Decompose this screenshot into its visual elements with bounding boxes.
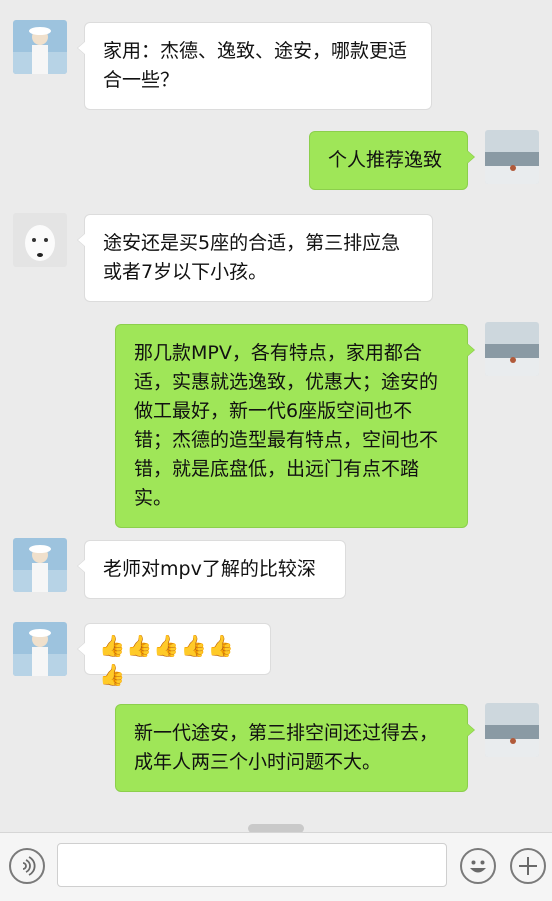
message-text: 新一代途安，第三排空间还过得去，成年人两三个小时问题不大。 xyxy=(134,722,439,773)
person-avatar-icon[interactable] xyxy=(13,538,67,592)
plus-icon[interactable] xyxy=(510,848,546,884)
message-text: 个人推荐逸致 xyxy=(328,149,443,171)
person-avatar-icon[interactable] xyxy=(13,622,67,676)
message-text: 老师对mpv了解的比较深 xyxy=(103,558,316,580)
message-text: 那几款MPV，各有特点，家用都合适，实惠就选逸致，优惠大；途安的做工最好，新一代… xyxy=(134,342,439,509)
beach-photo-avatar[interactable] xyxy=(485,703,539,757)
thumbs-up-icon: 👍👍👍👍👍👍 xyxy=(99,634,235,687)
voice-icon[interactable] xyxy=(9,848,45,884)
message-bubble[interactable]: 家用：杰德、逸致、途安，哪款更适合一些？ xyxy=(77,22,432,110)
message-bubble[interactable]: 新一代途安，第三排空间还过得去，成年人两三个小时问题不大。 xyxy=(115,704,475,792)
message-input[interactable] xyxy=(57,843,447,887)
beach-photo-avatar[interactable] xyxy=(485,130,539,184)
chat-message-list: 家用：杰德、逸致、途安，哪款更适合一些？ 个人推荐逸致 途安还是买5座的合适，第… xyxy=(0,0,552,830)
message-text: 家用：杰德、逸致、途安，哪款更适合一些？ xyxy=(103,40,408,91)
message-bubble[interactable]: 那几款MPV，各有特点，家用都合适，实惠就选逸致，优惠大；途安的做工最好，新一代… xyxy=(115,324,475,528)
white-wolf-avatar[interactable] xyxy=(13,213,67,267)
beach-photo-avatar[interactable] xyxy=(485,322,539,376)
message-bubble[interactable]: 个人推荐逸致 xyxy=(309,131,475,190)
message-bubble[interactable]: 👍👍👍👍👍👍 xyxy=(77,623,271,687)
message-bubble[interactable]: 老师对mpv了解的比较深 xyxy=(77,540,346,599)
message-bubble[interactable]: 途安还是买5座的合适，第三排应急或者7岁以下小孩。 xyxy=(77,214,433,302)
person-avatar-icon[interactable] xyxy=(13,20,67,74)
message-text: 途安还是买5座的合适，第三排应急或者7岁以下小孩。 xyxy=(103,232,401,283)
emoji-icon[interactable] xyxy=(460,848,496,884)
